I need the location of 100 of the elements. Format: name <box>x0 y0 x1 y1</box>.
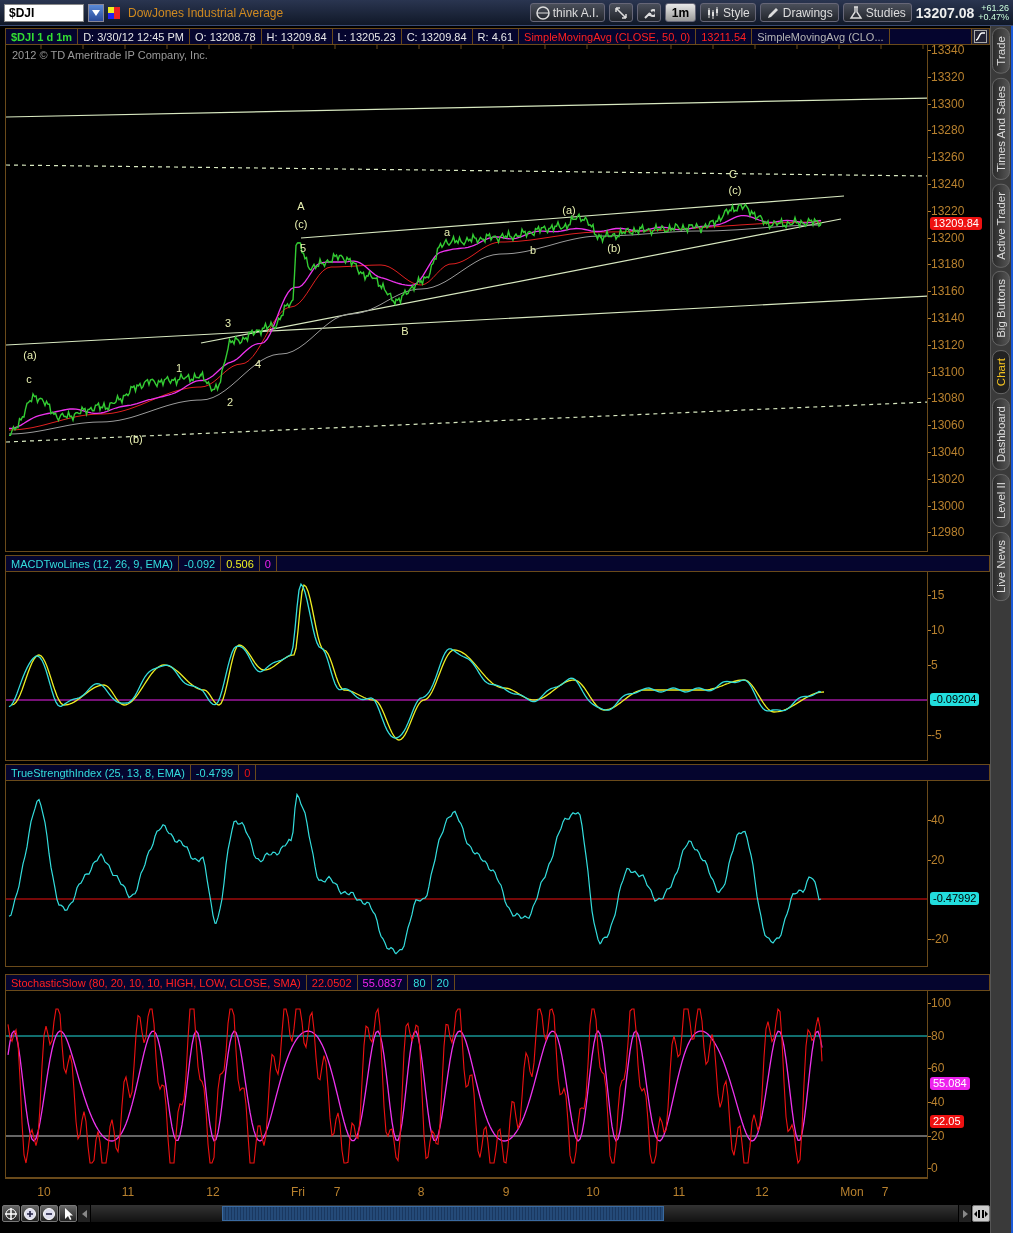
axis-label: 10 <box>931 624 945 636</box>
price-change: +61.26 <box>980 3 1009 13</box>
axis-label: 13240 <box>931 178 965 190</box>
ohlc-value: O: 13208.78 <box>190 29 262 44</box>
time-label: 7 <box>881 1185 889 1199</box>
ohlc-value: R: 4.61 <box>472 29 520 44</box>
wave-label: (b) <box>607 242 621 254</box>
wave-label: (a) <box>23 349 37 361</box>
wrench-icon <box>642 6 655 19</box>
axis-label: 13320 <box>931 70 965 83</box>
axis-label: -20 <box>931 933 949 945</box>
axis-label: 12980 <box>931 526 965 539</box>
caret-icon <box>92 9 100 16</box>
study-value: 22.0502 <box>306 975 358 990</box>
wave-label: (b) <box>129 433 143 445</box>
scroll-left-icon[interactable] <box>78 1205 90 1222</box>
wave-label: C <box>729 168 737 180</box>
axis-label: 13220 <box>931 204 965 217</box>
aggregation-button[interactable]: 1m <box>664 3 697 22</box>
study-value: 55.0837 <box>357 975 409 990</box>
price-tag: 13209.84 <box>930 217 982 230</box>
wave-label: (c) <box>728 184 742 196</box>
pointer-icon[interactable] <box>59 1205 77 1222</box>
wave-label: a <box>443 226 451 238</box>
time-label: 11 <box>121 1185 135 1199</box>
ohlc-value: H: 13209.84 <box>261 29 333 44</box>
ai-button[interactable]: think A.I. <box>529 3 605 22</box>
time-label: 7 <box>333 1185 341 1199</box>
side-tab[interactable]: Big Buttons <box>992 271 1010 347</box>
globe-icon <box>535 5 550 20</box>
side-tab[interactable]: Level II <box>992 474 1010 528</box>
axis-label: 20 <box>931 854 945 866</box>
axis-label: 13180 <box>931 258 965 271</box>
axis-label: 13300 <box>931 97 965 110</box>
study-value: -0.4799 <box>190 765 240 780</box>
axis-label: 13260 <box>931 151 965 164</box>
drawings-button[interactable]: Drawings <box>759 3 839 22</box>
axis-label: 13020 <box>931 472 965 485</box>
price-tag: -0.09204 <box>930 693 980 706</box>
side-tab[interactable]: Active Trader <box>992 183 1010 268</box>
axis-label: 13160 <box>931 285 965 298</box>
side-tab[interactable]: Live News <box>992 531 1010 601</box>
symbol-field[interactable]: $DJI <box>4 3 84 22</box>
price-tag: -0.47992 <box>930 892 980 905</box>
fit-width-icon[interactable] <box>972 1205 990 1222</box>
axis-label: 13280 <box>931 124 965 137</box>
wrench-button[interactable] <box>636 3 661 22</box>
expand-button[interactable] <box>608 3 633 22</box>
symbol-period-label: $DJI 1 d 1m <box>6 29 79 44</box>
time-label: 12 <box>206 1185 220 1199</box>
color-squares-icon[interactable] <box>108 6 120 19</box>
axis-label: 15 <box>931 589 945 601</box>
wave-label: c <box>26 373 32 385</box>
study-label: SimpleMovingAvg (CLO... <box>752 29 890 44</box>
side-tab[interactable]: Chart <box>992 350 1010 395</box>
axis-label: 13040 <box>931 446 965 458</box>
time-label: Fri <box>291 1185 305 1199</box>
study-value: -0.092 <box>179 556 222 571</box>
axis-label: 13340 <box>931 44 965 56</box>
side-tab[interactable]: Dashboard <box>992 398 1010 471</box>
time-label: 12 <box>755 1185 769 1199</box>
dropdown-button[interactable] <box>88 3 104 22</box>
ohlc-value: D: 3/30/12 12:45 PM <box>78 29 191 44</box>
study-title: TrueStrengthIndex (25, 13, 8, EMA) <box>6 765 191 780</box>
side-tab[interactable]: Trade <box>992 28 1010 74</box>
study-title: MACDTwoLines (12, 26, 9, EMA) <box>6 556 179 571</box>
wave-label: 1 <box>175 362 183 374</box>
scrollbar-thumb[interactable] <box>222 1206 664 1221</box>
time-label: 9 <box>502 1185 510 1199</box>
ohlc-value: L: 13205.23 <box>332 29 402 44</box>
axis-label: 5 <box>931 659 938 671</box>
side-tab[interactable]: Times And Sales <box>992 77 1010 180</box>
time-label: 10 <box>586 1185 600 1199</box>
axis-label: 13120 <box>931 338 965 351</box>
wave-label: 4 <box>254 358 262 370</box>
scroll-right-icon[interactable] <box>959 1205 971 1222</box>
time-label: Mon <box>840 1185 864 1199</box>
study-value: 80 <box>408 975 432 990</box>
axis-label: 13000 <box>931 499 965 512</box>
axis-label: 13100 <box>931 365 965 378</box>
study-value: 0.506 <box>221 556 260 571</box>
zoom-out-icon[interactable] <box>40 1205 58 1222</box>
study-curve-icon[interactable] <box>971 29 989 44</box>
studies-button[interactable]: Studies <box>842 3 912 22</box>
axis-label: 13200 <box>931 231 965 244</box>
wave-label: 3 <box>224 317 232 329</box>
crosshair-icon[interactable] <box>2 1205 20 1222</box>
price-tag: 22.05 <box>930 1115 964 1128</box>
wave-label: B <box>401 325 409 337</box>
zoom-in-icon[interactable] <box>21 1205 39 1222</box>
axis-label: 20 <box>931 1130 945 1142</box>
diagonal-arrows-icon <box>614 6 627 19</box>
axis-label: 13140 <box>931 312 965 324</box>
axis-label: 13080 <box>931 392 965 405</box>
flask-icon <box>848 5 863 20</box>
study-value: 0 <box>239 765 257 780</box>
copyright-text: 2012 © TD Ameritrade IP Company, Inc. <box>12 49 208 61</box>
study-label: SimpleMovingAvg (CLOSE, 50, 0) <box>519 29 697 44</box>
percent-change: +0.47% <box>978 12 1009 22</box>
style-button[interactable]: Style <box>700 3 756 22</box>
